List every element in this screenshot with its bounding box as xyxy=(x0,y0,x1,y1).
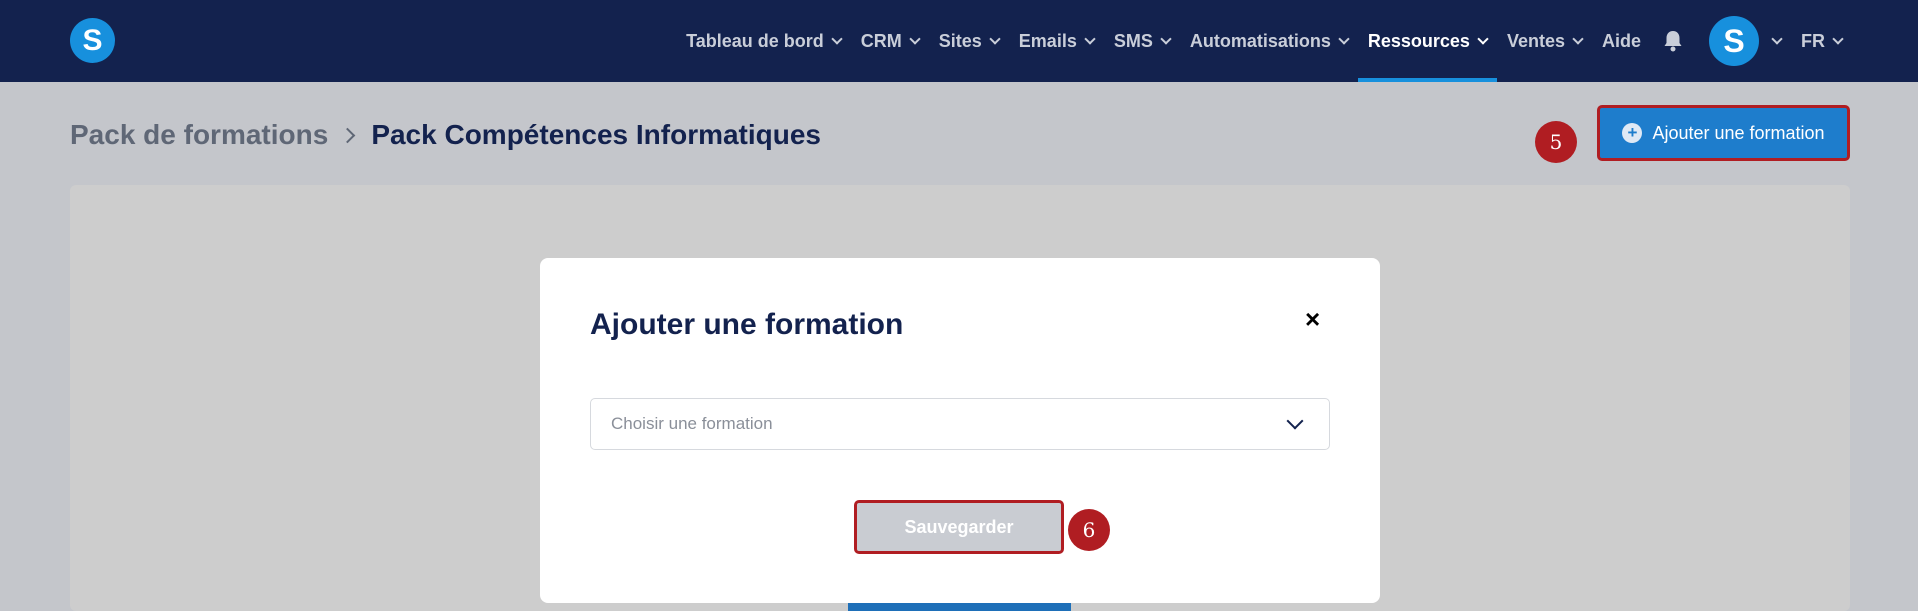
user-avatar[interactable]: S xyxy=(1709,16,1759,66)
nav-label: Automatisations xyxy=(1189,30,1331,51)
nav-label: Sites xyxy=(938,30,982,51)
step-badge-6: 6 xyxy=(1068,509,1110,551)
background-button xyxy=(848,602,1071,611)
chevron-down-icon xyxy=(989,32,1001,45)
nav-crm[interactable]: CRM xyxy=(851,0,929,82)
nav-label: Aide xyxy=(1601,30,1641,51)
nav-tableau-de-bord[interactable]: Tableau de bord xyxy=(676,0,851,82)
chevron-down-icon xyxy=(1572,32,1584,45)
chevron-down-icon xyxy=(831,32,843,45)
step-badge-5: 5 xyxy=(1535,121,1577,163)
nav-label: Emails xyxy=(1018,30,1077,51)
bell-icon[interactable] xyxy=(1661,29,1685,53)
chevron-right-icon xyxy=(340,127,356,143)
nav-label: Ventes xyxy=(1506,30,1565,51)
nav-aide[interactable]: Aide xyxy=(1592,0,1651,82)
chevron-down-icon xyxy=(1832,32,1844,45)
add-formation-modal: Ajouter une formation × Choisir une form… xyxy=(540,258,1380,603)
chevron-down-icon xyxy=(1084,32,1096,45)
breadcrumb: Pack de formations Pack Compétences Info… xyxy=(70,119,821,151)
nav-sites[interactable]: Sites xyxy=(929,0,1009,82)
nav-ressources[interactable]: Ressources xyxy=(1357,0,1497,82)
language-selector[interactable]: FR xyxy=(1791,0,1852,82)
nav-label: SMS xyxy=(1113,30,1153,51)
formation-select[interactable]: Choisir une formation xyxy=(590,398,1330,450)
close-icon[interactable]: × xyxy=(1305,306,1320,332)
add-formation-label: Ajouter une formation xyxy=(1652,122,1825,143)
nav-ventes[interactable]: Ventes xyxy=(1497,0,1592,82)
add-formation-button[interactable]: + Ajouter une formation xyxy=(1597,105,1850,161)
nav-label: Tableau de bord xyxy=(686,30,824,51)
nav-label: Ressources xyxy=(1367,30,1470,51)
chevron-down-icon xyxy=(1286,412,1304,430)
chevron-down-icon xyxy=(1338,32,1350,45)
plus-circle-icon: + xyxy=(1622,123,1643,143)
top-navbar: S Tableau de bord CRM Sites Emails SMS A… xyxy=(0,0,1918,82)
select-placeholder: Choisir une formation xyxy=(611,414,773,433)
main-nav: Tableau de bord CRM Sites Emails SMS Aut… xyxy=(676,0,1852,82)
nav-automatisations[interactable]: Automatisations xyxy=(1180,0,1358,82)
save-button[interactable]: Sauvegarder xyxy=(854,500,1064,554)
page-title: Pack Compétences Informatiques xyxy=(371,119,822,150)
app-logo[interactable]: S xyxy=(70,18,115,63)
nav-sms[interactable]: SMS xyxy=(1104,0,1180,82)
nav-emails[interactable]: Emails xyxy=(1009,0,1104,82)
chevron-down-icon xyxy=(1160,32,1172,45)
language-label: FR xyxy=(1801,30,1825,51)
breadcrumb-parent-link[interactable]: Pack de formations xyxy=(70,119,328,151)
chevron-down-icon xyxy=(1477,32,1489,45)
nav-label: CRM xyxy=(860,30,902,51)
chevron-down-icon[interactable] xyxy=(1771,32,1783,45)
modal-title: Ajouter une formation xyxy=(590,308,904,341)
chevron-down-icon xyxy=(909,32,921,45)
